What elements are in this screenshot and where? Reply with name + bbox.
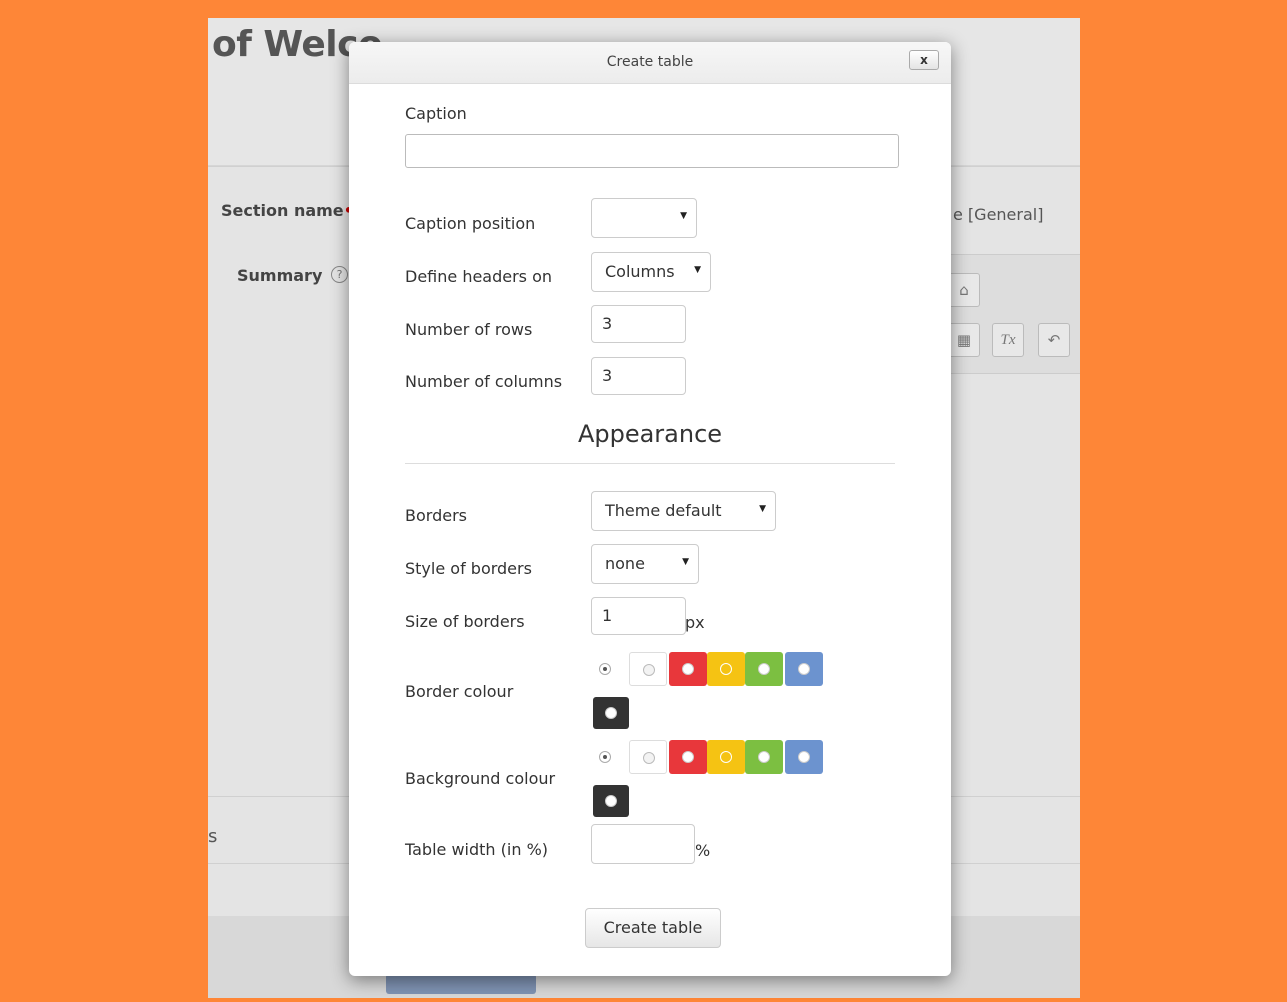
swatch-green[interactable] [745,740,783,774]
swatch-yellow[interactable] [707,740,745,774]
caption-input[interactable] [405,134,899,168]
swatch-yellow[interactable] [707,652,745,686]
border-style-label: Style of borders [405,559,532,578]
swatch-red[interactable] [669,740,707,774]
swatch-blue[interactable] [785,652,823,686]
swatch-dot [605,707,617,719]
section-name-label: Section name• [221,201,354,220]
swatch-dot [605,795,617,807]
summary-label: Summary [237,266,323,285]
swatch-dot [720,751,732,763]
save-button[interactable] [386,974,536,994]
swatch-red[interactable] [669,652,707,686]
background-colour-picker [591,740,831,774]
border-size-label: Size of borders [405,612,525,631]
borders-label: Borders [405,506,467,525]
swatch-dot [798,751,810,763]
chevron-down-icon: ▼ [759,504,766,514]
border-colour-radio[interactable] [599,663,611,675]
border-colour-label: Border colour [405,682,514,701]
swatch-dot [682,751,694,763]
swatch-dot [643,752,655,764]
border-size-input[interactable]: 1 [591,597,686,635]
swatch-black[interactable] [593,785,629,817]
divider [405,463,895,464]
chevron-down-icon: ▼ [680,211,687,221]
close-button[interactable]: x [909,50,939,70]
swatch-dot [758,751,770,763]
clear-format-icon[interactable]: Tx [992,323,1024,357]
editor-toolbar: ⌂ ▦ Tx ↶ [948,254,1080,374]
background-colour-radio[interactable] [599,751,611,763]
table-width-input[interactable] [591,824,695,864]
section-name-value: e [General] [953,205,1044,224]
swatch-blue[interactable] [785,740,823,774]
chevron-down-icon: ▼ [694,265,701,275]
define-headers-label: Define headers on [405,267,553,286]
collapsed-section-label: s [208,826,218,847]
rows-input[interactable]: 3 [591,305,686,343]
create-table-dialog: Create table x Caption Caption position … [349,42,951,976]
swatch-dot [798,663,810,675]
border-style-select[interactable]: none ▼ [591,544,699,584]
swatch-dot [643,664,655,676]
dialog-title: Create table [606,54,694,70]
swatch-dot [720,663,732,675]
table-icon[interactable]: ▦ [948,323,980,357]
chevron-down-icon: ▼ [682,557,689,567]
create-table-button[interactable]: Create table [585,908,721,948]
caption-position-select[interactable]: ▼ [591,198,697,238]
rows-label: Number of rows [405,320,533,339]
columns-input[interactable]: 3 [591,357,686,395]
swatch-dot [682,663,694,675]
swatch-white[interactable] [629,740,667,774]
border-colour-picker [591,652,831,686]
swatch-dot [758,663,770,675]
background-colour-label: Background colour [405,769,556,788]
caption-label: Caption [405,104,467,123]
home-icon[interactable]: ⌂ [948,273,980,307]
define-headers-select[interactable]: Columns ▼ [591,252,711,292]
table-width-unit: % [695,841,711,860]
columns-label: Number of columns [405,372,563,391]
appearance-heading: Appearance [577,420,723,448]
caption-position-label: Caption position [405,214,536,233]
dialog-header: Create table x [349,42,951,84]
undo-icon[interactable]: ↶ [1038,323,1070,357]
help-icon[interactable]: ? [331,266,348,283]
swatch-white[interactable] [629,652,667,686]
table-width-label: Table width (in %) [405,840,549,859]
swatch-green[interactable] [745,652,783,686]
borders-select[interactable]: Theme default ▼ [591,491,776,531]
swatch-black[interactable] [593,697,629,729]
border-size-unit: px [685,613,705,632]
